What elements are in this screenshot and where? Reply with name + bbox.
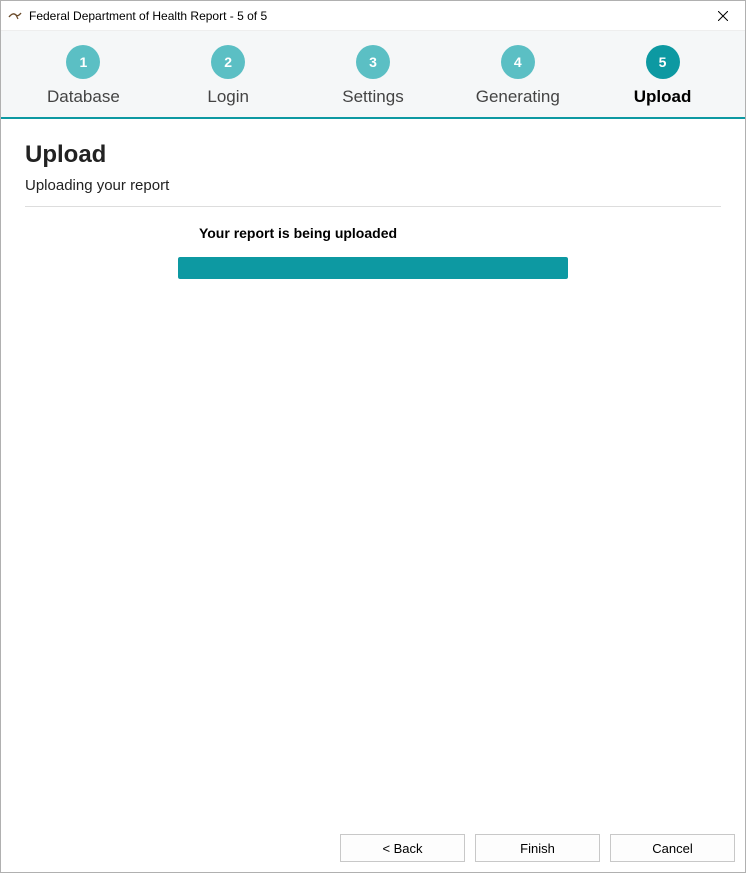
content-area: Upload Uploading your report Your report… [1,119,745,824]
step-circle: 3 [356,45,390,79]
upload-message: Your report is being uploaded [199,225,397,241]
page-title: Upload [25,141,721,169]
app-icon [7,8,23,24]
step-circle: 1 [66,45,100,79]
step-circle: 2 [211,45,245,79]
progress-bar-track [178,257,568,279]
stepper: 1 Database 2 Login 3 Settings 4 Generati… [1,31,745,119]
step-generating: 4 Generating [463,45,573,107]
step-settings: 3 Settings [318,45,428,107]
back-button[interactable]: < Back [340,834,465,862]
page-subtitle: Uploading your report [25,177,721,207]
cancel-button[interactable]: Cancel [610,834,735,862]
step-label: Database [47,87,120,107]
progress-bar-fill [178,257,568,279]
step-label: Settings [342,87,403,107]
step-database: 1 Database [28,45,138,107]
footer: < Back Finish Cancel [1,824,745,872]
step-label: Generating [476,87,560,107]
close-icon [718,11,728,21]
step-circle: 4 [501,45,535,79]
wizard-window: Federal Department of Health Report - 5 … [0,0,746,873]
titlebar: Federal Department of Health Report - 5 … [1,1,745,31]
finish-button[interactable]: Finish [475,834,600,862]
close-button[interactable] [700,1,745,31]
step-label: Upload [634,87,692,107]
step-circle: 5 [646,45,680,79]
step-upload: 5 Upload [608,45,718,107]
step-label: Login [207,87,249,107]
window-title: Federal Department of Health Report - 5 … [29,9,700,23]
step-login: 2 Login [173,45,283,107]
upload-area: Your report is being uploaded [25,225,721,279]
